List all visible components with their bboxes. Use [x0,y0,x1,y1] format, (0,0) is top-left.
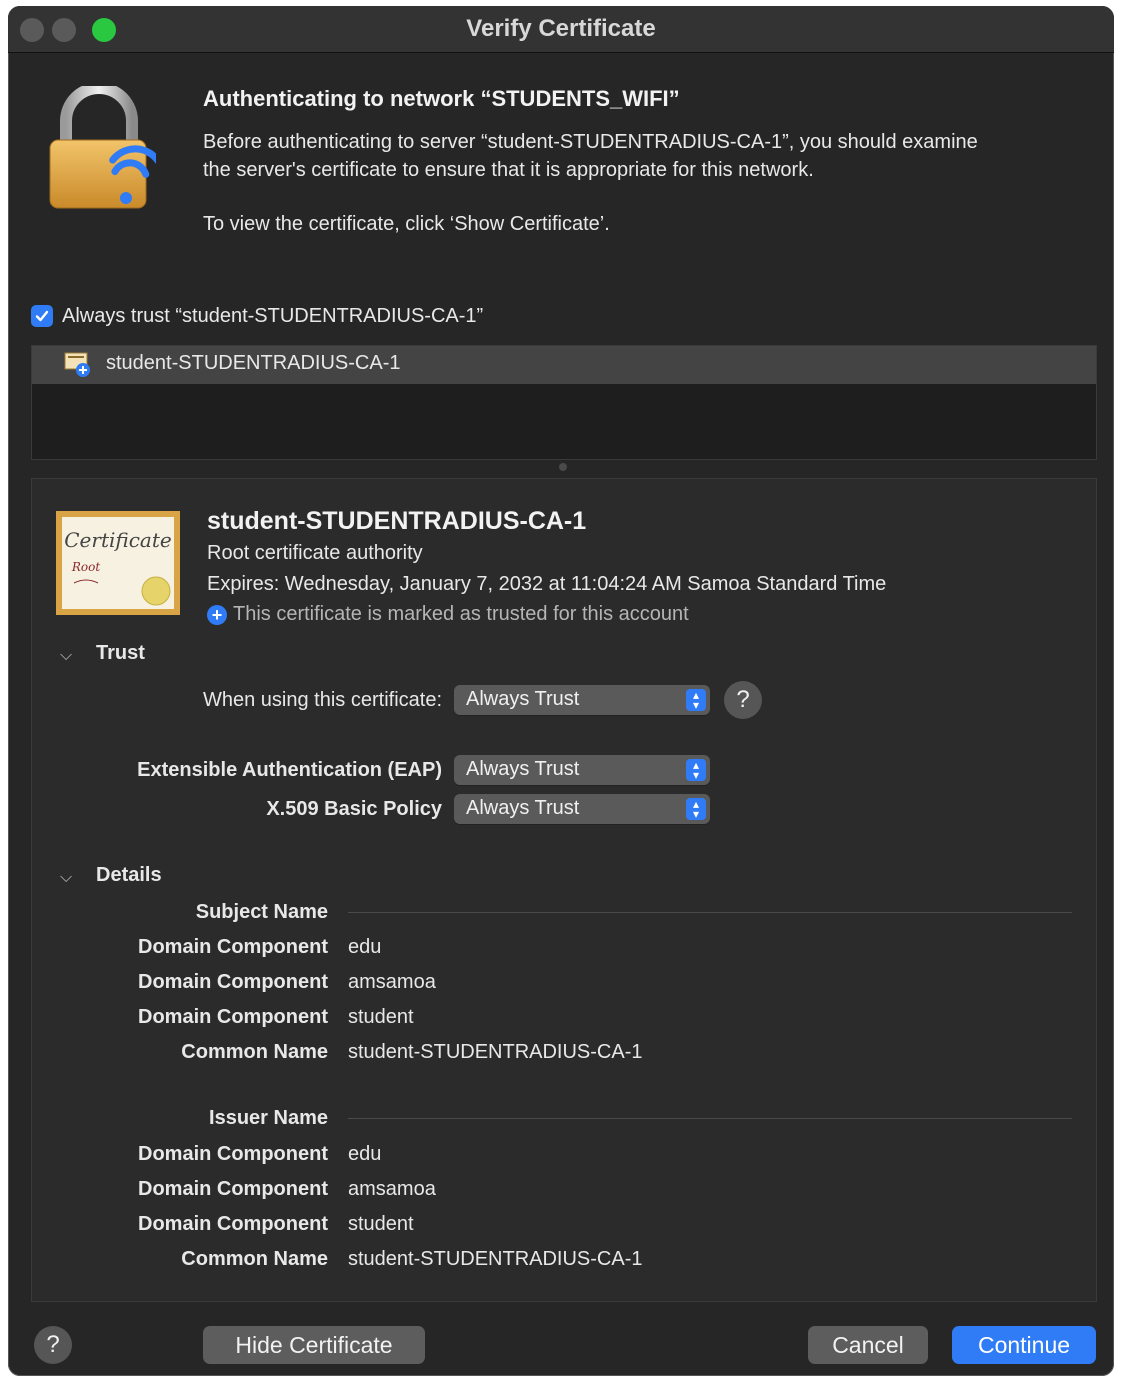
header-instruction: To view the certificate, click ‘Show Cer… [203,213,610,235]
certificate-trust-status: This certificate is marked as trusted fo… [233,603,689,625]
certificate-list: student-STUDENTRADIUS-CA-1 [31,345,1097,460]
hide-certificate-button[interactable]: Hide Certificate [203,1326,425,1364]
detail-label: Domain Component [138,1213,328,1235]
detail-label: Domain Component [138,1143,328,1165]
detail-value: edu [348,936,382,958]
certificate-icon-text: Certificate [64,528,171,552]
trust-section-label[interactable]: Trust [96,642,145,665]
certificate-kind: Root certificate authority [207,542,423,564]
x509-popup[interactable]: Always Trust ▴ ▾ [454,794,710,824]
detail-label: Domain Component [138,1006,328,1028]
plus-circle-icon: + [207,605,227,625]
eap-value: Always Trust [466,758,580,780]
detail-label: Domain Component [138,1178,328,1200]
eap-popup[interactable]: Always Trust ▴ ▾ [454,755,710,785]
split-view-handle[interactable] [559,463,567,471]
certificate-small-icon [64,352,92,378]
detail-label: Domain Component [138,971,328,993]
window-title: Verify Certificate [466,15,656,42]
certificate-name: student-STUDENTRADIUS-CA-1 [207,507,587,535]
detail-value: student-STUDENTRADIUS-CA-1 [348,1248,643,1270]
detail-value: amsamoa [348,971,436,993]
trust-help-button[interactable]: ? [724,681,762,719]
verify-certificate-window: Verify Certificate Authenticating to net… [8,6,1114,1376]
certificate-icon: Certificate Root [56,511,180,615]
detail-value: amsamoa [348,1178,436,1200]
checkmark-icon [35,310,49,322]
list-item[interactable]: student-STUDENTRADIUS-CA-1 [32,346,1096,384]
x509-label: X.509 Basic Policy [266,798,442,820]
updown-arrows-icon: ▴ ▾ [686,759,706,781]
title-bar: Verify Certificate [8,6,1114,53]
detail-value: student [348,1213,414,1235]
updown-arrows-icon: ▴ ▾ [686,689,706,711]
network-heading: Authenticating to network “STUDENTS_WIFI… [203,86,680,111]
detail-value: edu [348,1143,382,1165]
details-disclosure-chevron-icon[interactable]: ⌵ [60,869,72,887]
subject-name-title: Subject Name [195,901,328,923]
help-button[interactable]: ? [34,1326,72,1364]
detail-value: student [348,1006,414,1028]
updown-arrows-icon: ▴ ▾ [686,798,706,820]
detail-value: student-STUDENTRADIUS-CA-1 [348,1041,643,1063]
detail-label: Domain Component [138,936,328,958]
cancel-button[interactable]: Cancel [808,1326,928,1364]
lock-wifi-icon [46,82,163,216]
certificate-detail-panel: Certificate Root student-STUDENTRADIUS-C… [31,478,1097,1302]
when-using-value: Always Trust [466,688,580,710]
x509-value: Always Trust [466,797,580,819]
header-paragraph-line1: Before authenticating to server “student… [203,131,978,153]
header-paragraph-line2: the server's certificate to ensure that … [203,159,814,181]
certificate-icon-subtext: Root [71,560,100,574]
subject-divider [348,912,1072,913]
always-trust-label[interactable]: Always trust “student-STUDENTRADIUS-CA-1… [62,302,483,330]
always-trust-checkbox[interactable] [31,305,53,327]
details-section-label[interactable]: Details [96,864,162,887]
when-using-label: When using this certificate: [203,689,442,711]
detail-label: Common Name [181,1248,328,1270]
continue-button[interactable]: Continue [952,1326,1096,1364]
certificate-expires: Expires: Wednesday, January 7, 2032 at 1… [207,573,887,595]
trust-disclosure-chevron-icon[interactable]: ⌵ [60,647,72,665]
list-item-label: student-STUDENTRADIUS-CA-1 [106,352,401,374]
detail-label: Common Name [181,1041,328,1063]
when-using-popup[interactable]: Always Trust ▴ ▾ [454,685,710,715]
issuer-name-title: Issuer Name [209,1107,328,1129]
eap-label: Extensible Authentication (EAP) [137,759,442,781]
issuer-divider [348,1118,1072,1119]
